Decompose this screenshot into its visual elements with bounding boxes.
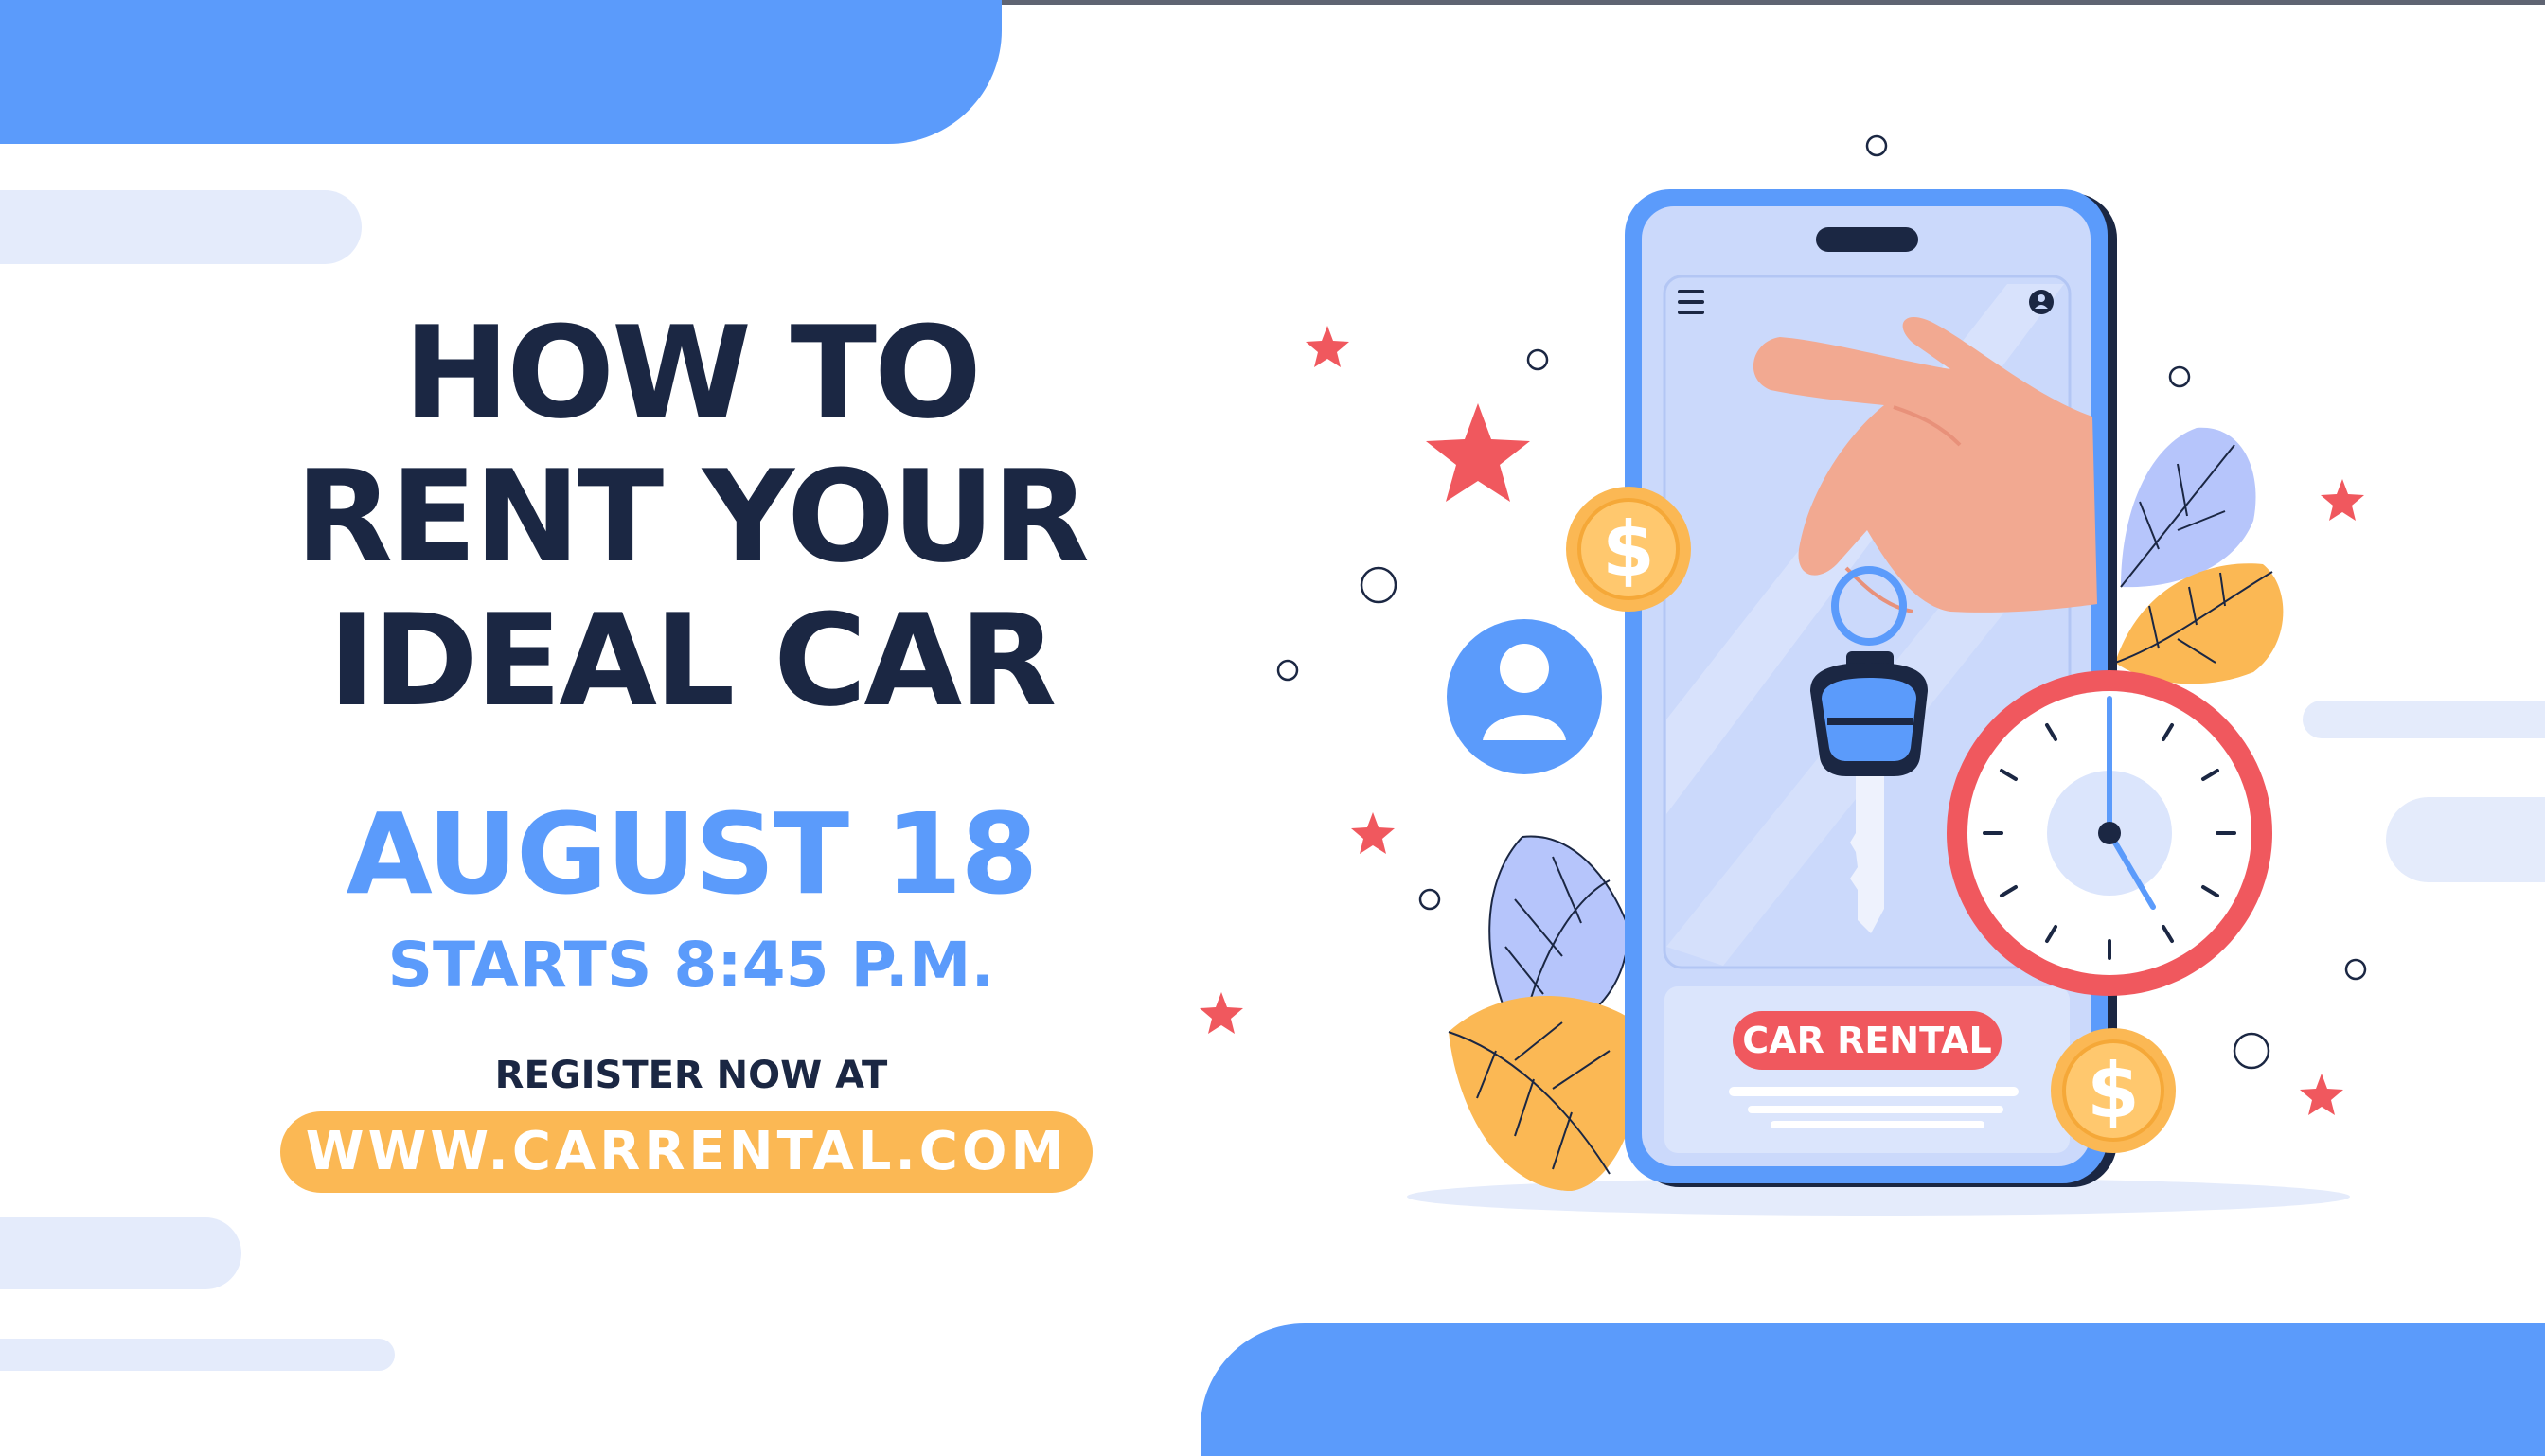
coin-symbol: $ — [1602, 506, 1655, 594]
star-icon — [2321, 479, 2364, 521]
car-rental-illustration: CAR RENTAL $ $ — [1200, 134, 2367, 1216]
star-icon — [1200, 992, 1243, 1034]
menu-icon — [1678, 290, 1704, 314]
coin-symbol: $ — [2087, 1047, 2140, 1135]
leaf-icon — [2120, 427, 2256, 588]
clock-icon — [1947, 670, 2272, 996]
star-icon — [1351, 812, 1395, 854]
star-icon — [1426, 403, 1530, 502]
star-icon — [2300, 1074, 2343, 1115]
dollar-coin-icon: $ — [1566, 487, 1691, 612]
car-rental-badge-label: CAR RENTAL — [1742, 1020, 1991, 1061]
phone-speaker — [1816, 227, 1918, 252]
profile-icon — [2029, 290, 2054, 314]
dollar-coin-icon: $ — [2051, 1028, 2176, 1153]
user-avatar-icon — [1447, 619, 1602, 774]
star-icon — [1306, 326, 1349, 367]
leaf-icon — [1448, 996, 1641, 1191]
